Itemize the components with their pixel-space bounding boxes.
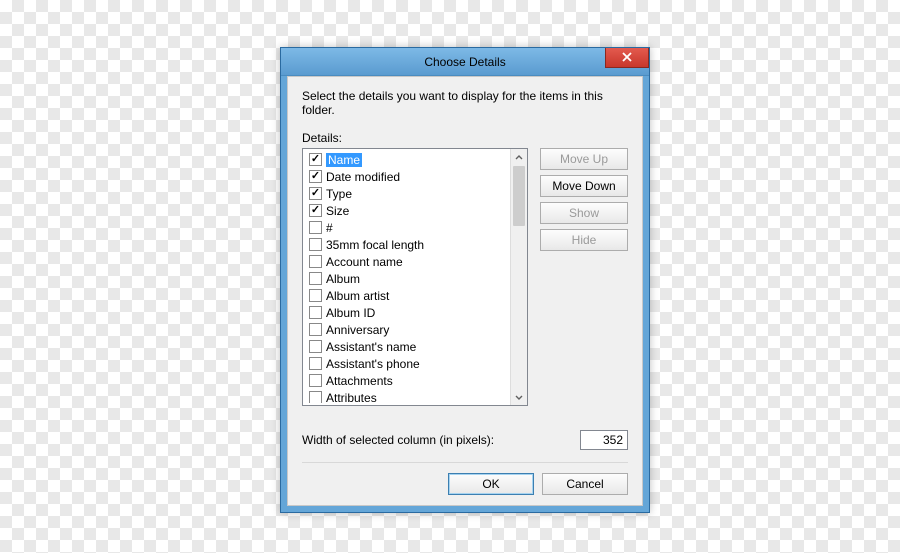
checkbox[interactable] <box>309 204 322 217</box>
list-item-label: Attachments <box>326 374 393 388</box>
list-item[interactable]: Album <box>307 270 507 287</box>
checkbox[interactable] <box>309 272 322 285</box>
chevron-up-icon <box>515 151 523 165</box>
checkbox[interactable] <box>309 238 322 251</box>
list-item[interactable]: Attachments <box>307 372 507 389</box>
details-label: Details: <box>302 131 628 145</box>
list-item-label: 35mm focal length <box>326 238 424 252</box>
list-item[interactable]: Album artist <box>307 287 507 304</box>
width-input[interactable] <box>580 430 628 450</box>
dialog-title: Choose Details <box>424 55 505 69</box>
choose-details-dialog: Choose Details Select the details you wa… <box>280 47 650 513</box>
titlebar[interactable]: Choose Details <box>281 48 649 76</box>
move-down-button[interactable]: Move Down <box>540 175 628 197</box>
list-item-label: Anniversary <box>326 323 389 337</box>
checkbox[interactable] <box>309 357 322 370</box>
move-up-button[interactable]: Move Up <box>540 148 628 170</box>
checkbox[interactable] <box>309 323 322 336</box>
checkbox[interactable] <box>309 306 322 319</box>
instruction-text: Select the details you want to display f… <box>302 89 628 117</box>
list-item-label: # <box>326 221 333 235</box>
checkbox[interactable] <box>309 153 322 166</box>
list-item-label: Account name <box>326 255 403 269</box>
list-item[interactable]: 35mm focal length <box>307 236 507 253</box>
list-item-label: Album artist <box>326 289 389 303</box>
details-listbox[interactable]: Name Date modified Type Size #35mm focal len… <box>302 148 528 406</box>
width-row: Width of selected column (in pixels): <box>302 430 628 450</box>
checkbox[interactable] <box>309 289 322 302</box>
width-label: Width of selected column (in pixels): <box>302 433 494 447</box>
list-item-label: Type <box>326 187 352 201</box>
checkbox[interactable] <box>309 255 322 268</box>
list-item[interactable]: Attributes <box>307 389 507 403</box>
list-item-label: Attributes <box>326 391 377 404</box>
scrollbar[interactable] <box>510 149 527 405</box>
list-item[interactable]: Account name <box>307 253 507 270</box>
scroll-track[interactable] <box>511 166 527 388</box>
checkbox[interactable] <box>309 221 322 234</box>
scroll-thumb[interactable] <box>513 166 525 226</box>
list-item[interactable]: Assistant's phone <box>307 355 507 372</box>
list-item-label: Size <box>326 204 349 218</box>
list-item-label: Assistant's name <box>326 340 416 354</box>
checkbox[interactable] <box>309 391 322 403</box>
checkbox[interactable] <box>309 340 322 353</box>
chevron-down-icon <box>515 390 523 404</box>
ok-button[interactable]: OK <box>448 473 534 495</box>
cancel-button[interactable]: Cancel <box>542 473 628 495</box>
separator <box>302 462 628 463</box>
list-item[interactable]: Date modified <box>307 168 507 185</box>
footer-buttons: OK Cancel <box>302 473 628 495</box>
list-item-label: Assistant's phone <box>326 357 420 371</box>
list-item[interactable]: Size <box>307 202 507 219</box>
scroll-down-button[interactable] <box>511 388 527 405</box>
close-button[interactable] <box>605 48 649 68</box>
list-item[interactable]: Anniversary <box>307 321 507 338</box>
list-item[interactable]: Type <box>307 185 507 202</box>
list-item-label: Album <box>326 272 360 286</box>
list-item[interactable]: Assistant's name <box>307 338 507 355</box>
hide-button[interactable]: Hide <box>540 229 628 251</box>
scroll-up-button[interactable] <box>511 149 527 166</box>
checkbox[interactable] <box>309 170 322 183</box>
list-item[interactable]: Name <box>307 151 507 168</box>
client-area: Select the details you want to display f… <box>287 76 643 506</box>
list-item-label: Album ID <box>326 306 375 320</box>
checkbox[interactable] <box>309 187 322 200</box>
side-buttons: Move Up Move Down Show Hide <box>540 148 628 406</box>
list-item-label: Date modified <box>326 170 400 184</box>
close-icon <box>622 51 632 65</box>
list-item-label: Name <box>326 153 362 167</box>
checkbox[interactable] <box>309 374 322 387</box>
list-item[interactable]: Album ID <box>307 304 507 321</box>
list-item[interactable]: # <box>307 219 507 236</box>
show-button[interactable]: Show <box>540 202 628 224</box>
